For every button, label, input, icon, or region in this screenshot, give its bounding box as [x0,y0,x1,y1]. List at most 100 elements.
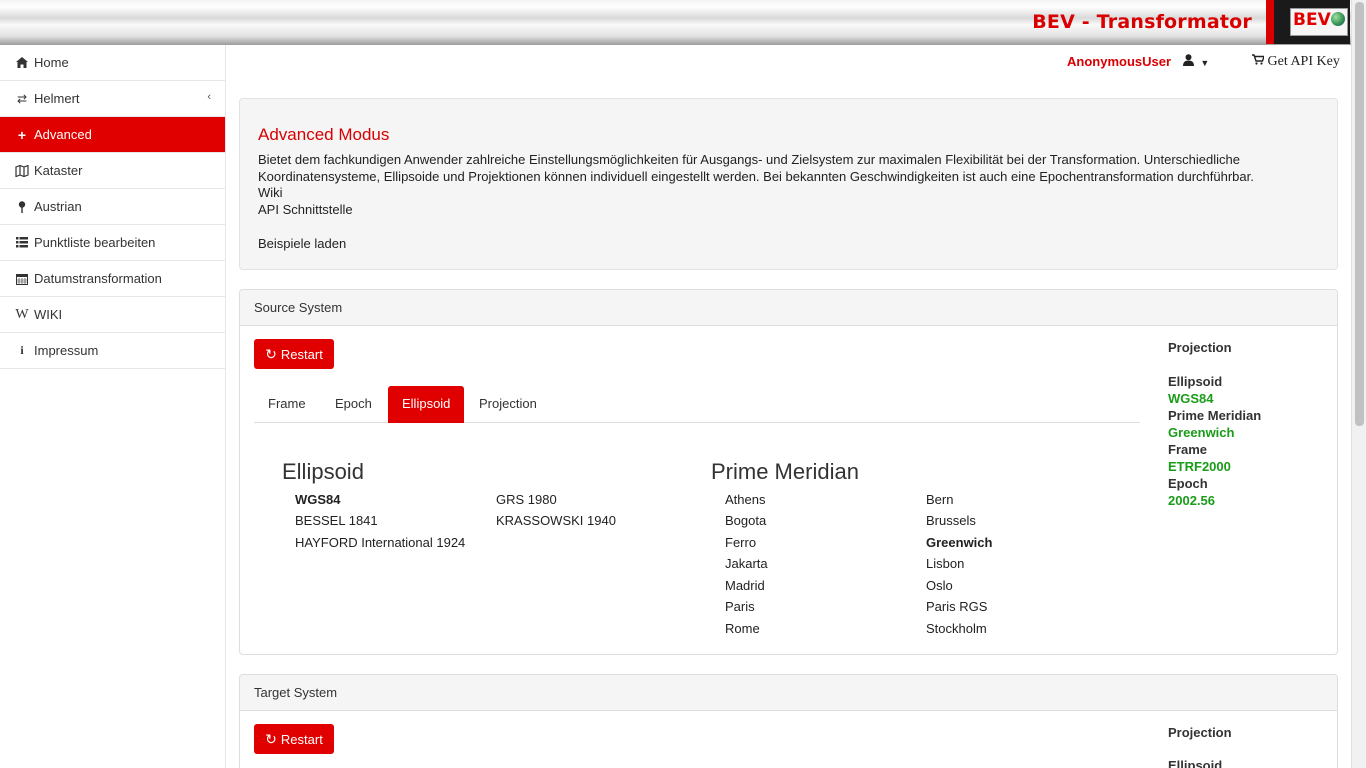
summary-projection-label: Projection [1168,340,1232,355]
tab-epoch[interactable]: Epoch [321,386,386,423]
meridian-option[interactable]: Oslo [926,578,953,593]
cart-icon [1252,54,1268,69]
summary-value: 2002.56 [1168,493,1215,508]
target-system-heading: Target System [240,675,1337,711]
user-menu-toggle[interactable]: ▼ [1183,54,1209,69]
summary-ellipsoid-label: Ellipsoid [1168,374,1223,389]
tab-frame[interactable]: Frame [254,386,320,423]
sidebar-item-impressum[interactable]: i Impressum [0,333,225,369]
brand-title: BEV - Transformator [1032,11,1252,33]
target-restart-button[interactable]: ↻ Restart [254,724,334,754]
sidebar-item-label: Impressum [34,343,99,358]
sidebar-item-punktliste[interactable]: Punktliste bearbeiten [0,225,225,261]
sidebar-item-label: Helmert [34,91,80,106]
refresh-icon: ↻ [265,730,277,747]
summary-ellipsoid-value: WGS84 [1168,391,1214,406]
wikipedia-icon: W [15,306,29,322]
summary-meridian-value: Greenwich [1168,425,1234,440]
summary-value: ETRF2000 [1168,459,1231,474]
exchange-icon: ⇄ [16,91,28,106]
sidebar-item-home[interactable]: Home [0,45,225,81]
sidebar: Home ⇄ Helmert ‹ + Advanced Kataster Aus… [0,45,226,768]
get-api-key-link[interactable]: Get API Key [1252,54,1340,70]
meridian-option[interactable]: Jakarta [725,556,768,571]
sidebar-item-label: WIKI [34,307,63,322]
page-title: Advanced Modus [258,125,390,144]
scrollbar-thumb[interactable] [1355,2,1364,426]
bev-logo[interactable]: BEV [1266,0,1350,44]
ellipsoid-option[interactable]: WGS84 [295,492,341,507]
meridian-option[interactable]: Madrid [725,578,765,593]
summary-frame-value: ETRF2000 [1168,459,1231,474]
sidebar-item-wiki[interactable]: W WIKI [0,297,225,333]
advanced-info-panel: Advanced Modus Bietet dem fachkundigen A… [239,98,1338,270]
calendar-icon [14,273,30,285]
meridian-option[interactable]: Paris [725,599,755,614]
ellipsoid-option[interactable]: GRS 1980 [496,492,557,507]
summary-epoch-label: Epoch [1168,476,1208,491]
logo-badge: BEV [1290,8,1348,36]
meridian-option[interactable]: Brussels [926,513,976,528]
ellipsoid-option[interactable]: KRASSOWSKI 1940 [496,513,616,528]
meridian-option[interactable]: Ferro [725,535,756,550]
meridian-option[interactable]: Athens [725,492,765,507]
logo-stripe [1266,0,1274,44]
sidebar-item-datumstransformation[interactable]: Datumstransformation [0,261,225,297]
summary-value: WGS84 [1168,391,1214,406]
sidebar-item-label: Home [34,55,69,70]
source-system-panel: Source System ↻ Restart Frame Epoch Elli… [239,289,1338,655]
wiki-link[interactable]: Wiki [258,185,283,200]
meridian-option[interactable]: Bogota [725,513,766,528]
source-restart-button[interactable]: ↻ Restart [254,339,334,369]
summary-epoch-value: 2002.56 [1168,493,1215,508]
summary-meridian-label: Prime Meridian [1168,408,1262,423]
load-examples-link[interactable]: Beispiele laden [258,236,346,251]
list-icon [14,237,30,248]
summary-ellipsoid-label: Ellipsoid [1168,758,1223,768]
chevron-left-icon: ‹ [207,91,211,103]
user-icon [1183,54,1197,69]
logo-text: BEV [1293,10,1331,30]
sidebar-item-advanced[interactable]: + Advanced [0,117,225,153]
summary-value: Greenwich [1168,425,1235,440]
meridian-option[interactable]: Stockholm [926,621,987,636]
page-description: Bietet dem fachkundigen Anwender zahlrei… [258,152,1254,184]
meridian-option[interactable]: Greenwich [926,535,992,550]
username-link[interactable]: AnonymousUser [1067,54,1171,69]
plus-icon: + [17,126,27,143]
map-pin-icon [14,200,30,213]
sidebar-item-kataster[interactable]: Kataster [0,153,225,189]
tab-ellipsoid[interactable]: Ellipsoid [388,386,465,423]
sidebar-item-helmert[interactable]: ⇄ Helmert ‹ [0,81,225,117]
api-key-label: Get API Key [1267,54,1340,69]
ellipsoid-option[interactable]: BESSEL 1841 [295,513,378,528]
page-scrollbar[interactable] [1351,0,1366,768]
api-link[interactable]: API Schnittstelle [258,202,353,217]
sidebar-item-austrian[interactable]: Austrian [0,189,225,225]
source-tabs: Frame Epoch Ellipsoid Projection [254,386,1140,423]
globe-icon [1331,12,1345,26]
home-icon [14,57,30,68]
refresh-icon: ↻ [265,345,277,362]
tab-projection[interactable]: Projection [465,386,551,423]
info-icon: i [20,343,24,357]
sidebar-item-label: Punktliste bearbeiten [34,235,156,250]
meridian-option[interactable]: Bern [926,492,953,507]
summary-projection-label: Projection [1168,725,1232,740]
restart-label: Restart [280,731,323,747]
meridian-option[interactable]: Lisbon [926,556,964,571]
ellipsoid-section-title: Ellipsoid [282,459,364,484]
map-icon [14,164,30,177]
prime-meridian-section-title: Prime Meridian [711,459,859,484]
meridian-option[interactable]: Paris RGS [926,599,987,614]
caret-down-icon: ▼ [1200,58,1210,68]
target-system-panel: Target System ↻ Restart Projection Ellip… [239,674,1338,768]
sidebar-item-label: Austrian [34,199,82,214]
meridian-option[interactable]: Rome [725,621,760,636]
restart-label: Restart [280,346,323,362]
ellipsoid-option[interactable]: HAYFORD International 1924 [295,535,465,550]
sidebar-item-label: Advanced [34,127,92,142]
sidebar-item-label: Kataster [34,163,83,178]
source-system-heading: Source System [240,290,1337,326]
app-header: BEV - Transformator BEV [0,0,1366,45]
